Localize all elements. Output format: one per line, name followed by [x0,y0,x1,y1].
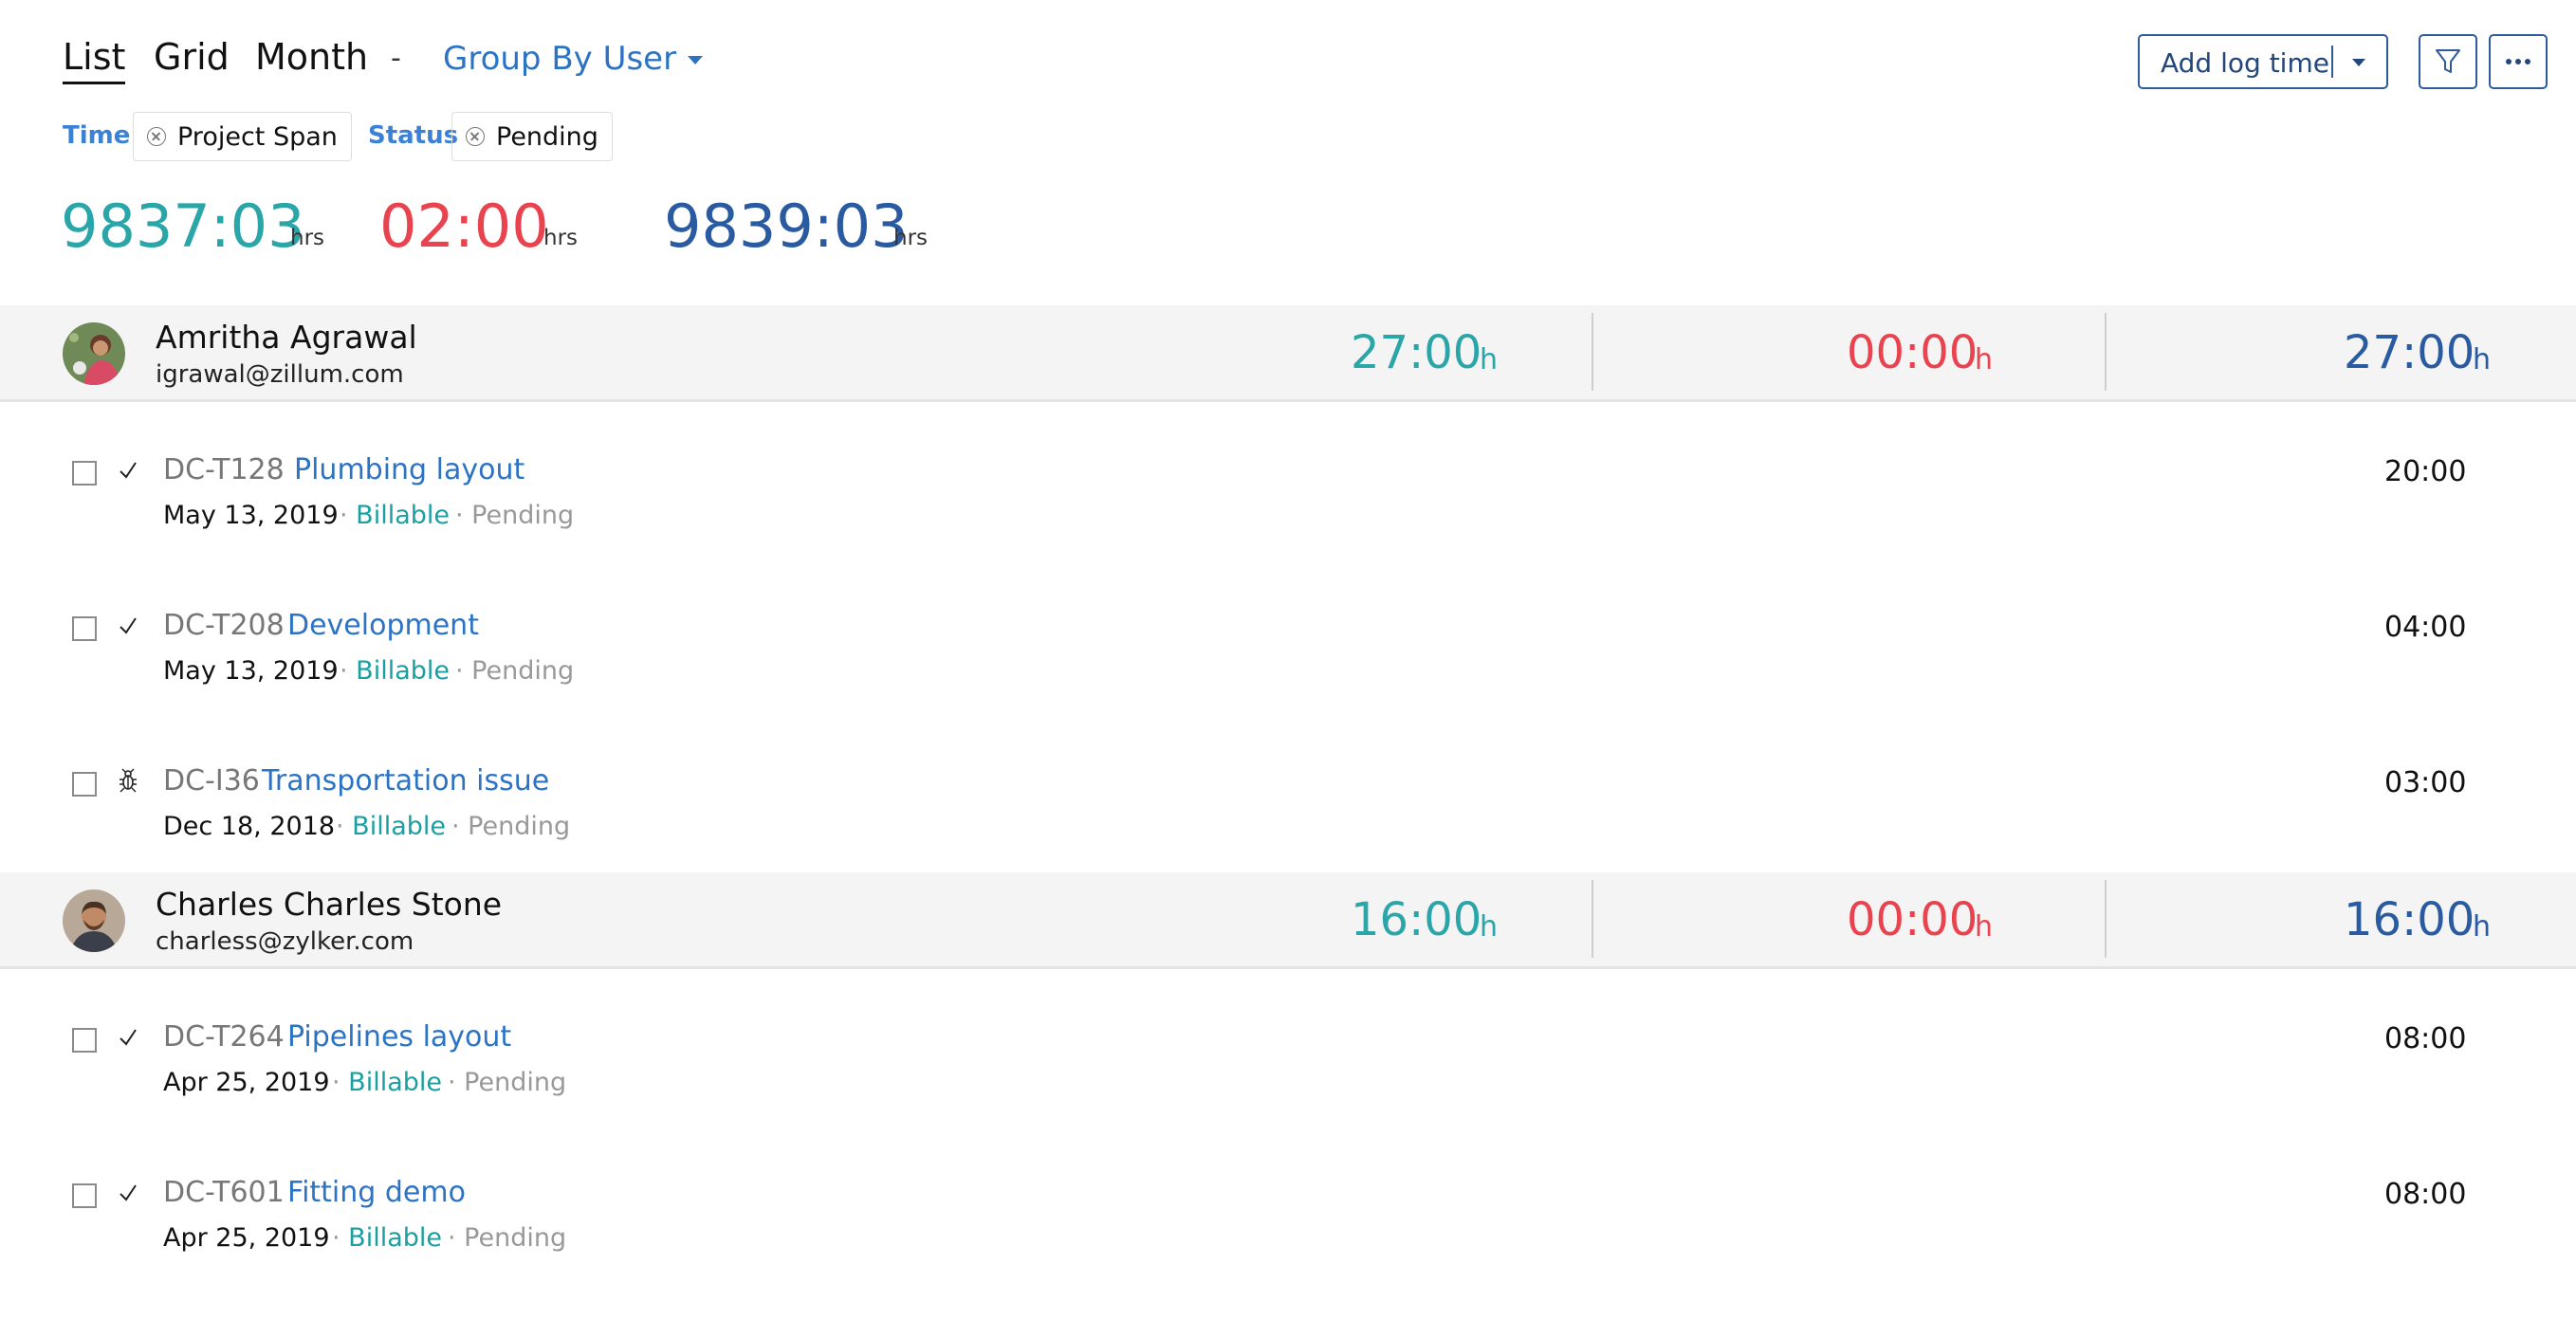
task-id: DC-T128 [163,453,285,486]
log-date: Dec 18, 2018 [163,812,336,841]
task-name-link[interactable]: Fitting demo [287,1176,466,1209]
approval-status: Pending [471,656,575,686]
task-name-link[interactable]: Plumbing layout [294,453,524,486]
log-duration: 08:00 [2384,1178,2467,1211]
chevron-down-icon [688,56,704,64]
row-checkbox[interactable] [72,1183,97,1208]
group-total-non-billable: 00:00 [1847,326,1978,379]
group-total-billable: 27:00 [1351,326,1482,379]
approval-status: Pending [471,501,575,530]
total-unit: hrs [290,226,325,250]
billing-type: Billable [352,812,446,841]
row-checkbox[interactable] [72,772,97,797]
group-total-unit: h [1480,910,1499,944]
filter-button[interactable] [2419,34,2477,89]
add-log-time-label: Add log time [2161,47,2329,79]
row-checkbox[interactable] [72,461,97,486]
more-options-button[interactable] [2489,34,2548,89]
close-icon[interactable] [466,127,485,146]
billing-type: Billable [356,656,450,686]
task-name-link[interactable]: Development [287,609,479,642]
log-row[interactable]: DC-T601 Fitting demo Apr 25, 2019 · Bill… [0,1164,2576,1320]
tab-month[interactable]: Month [255,36,368,78]
tab-list[interactable]: List [63,36,126,84]
log-row[interactable]: DC-T208 Development May 13, 2019 · Billa… [0,597,2576,753]
group-total-unit: h [2473,343,2492,376]
row-checkbox[interactable] [72,616,97,641]
group-total-unit: h [1975,910,1994,944]
log-duration: 20:00 [2384,455,2467,488]
row-checkbox[interactable] [72,1028,97,1053]
column-divider [2105,880,2107,958]
group-total-unit: h [1975,343,1994,376]
log-date: Apr 25, 2019 [163,1223,330,1253]
task-name-link[interactable]: Pipelines layout [287,1020,511,1054]
group-by-label: Group By User [443,40,677,78]
avatar [63,889,125,952]
user-group-header[interactable]: Amritha Agrawal igrawal@zillum.com 27:00… [0,305,2576,402]
filter-label-status: Status [368,121,459,150]
approval-status: Pending [468,812,571,841]
billing-type: Billable [356,501,450,530]
group-total-unit: h [1480,343,1499,376]
user-email: igrawal@zillum.com [156,360,404,389]
group-by-dropdown[interactable]: Group By User [443,40,704,78]
total-billable: 9837:03 [61,192,305,261]
add-log-time-dropdown[interactable] [2331,36,2386,87]
user-name: Charles Charles Stone [156,886,503,923]
bug-icon [120,768,137,793]
log-duration: 03:00 [2384,766,2467,799]
task-id: DC-I36 [163,764,260,798]
tab-grid[interactable]: Grid [154,36,230,78]
billing-type: Billable [348,1068,442,1097]
filter-chip-status[interactable]: Pending [451,112,613,161]
user-email: charless@zylker.com [156,927,414,956]
add-log-time-button[interactable]: Add log time [2138,34,2388,89]
more-icon [2506,59,2530,64]
user-name: Amritha Agrawal [156,319,417,356]
filter-label-time: Time [63,121,131,150]
column-divider [1592,313,1593,391]
total-unit: hrs [543,226,579,250]
view-separator: - [391,42,401,75]
user-group-header[interactable]: Charles Charles Stone charless@zylker.co… [0,872,2576,969]
check-icon [120,462,137,479]
filter-chip-value: Pending [496,121,598,152]
group-total-billable: 16:00 [1351,893,1482,946]
total-overall: 9839:03 [664,192,909,261]
column-divider [2105,313,2107,391]
filter-chip-time[interactable]: Project Span [133,112,352,161]
group-total-overall: 16:00 [2344,893,2475,946]
task-id: DC-T208 [163,609,285,642]
close-icon[interactable] [147,127,166,146]
log-duration: 04:00 [2384,611,2467,644]
log-date: May 13, 2019 [163,656,339,686]
filter-chip-value: Project Span [177,121,338,152]
group-total-overall: 27:00 [2344,326,2475,379]
approval-status: Pending [464,1223,567,1253]
total-non-billable: 02:00 [379,192,549,261]
task-id: DC-T601 [163,1176,285,1209]
avatar [63,322,125,385]
billing-type: Billable [348,1223,442,1253]
check-icon [120,1184,137,1201]
log-row[interactable]: DC-T128 Plumbing layout May 13, 2019 · B… [0,442,2576,597]
task-name-link[interactable]: Transportation issue [262,764,549,798]
approval-status: Pending [464,1068,567,1097]
check-icon [120,617,137,634]
check-icon [120,1029,137,1046]
filter-icon [2436,49,2460,73]
chevron-down-icon [2352,59,2365,66]
task-id: DC-T264 [163,1020,285,1054]
total-unit: hrs [893,226,929,250]
group-total-non-billable: 00:00 [1847,893,1978,946]
log-row[interactable]: DC-T264 Pipelines layout Apr 25, 2019 · … [0,1009,2576,1164]
log-date: Apr 25, 2019 [163,1068,330,1097]
log-date: May 13, 2019 [163,501,339,530]
column-divider [1592,880,1593,958]
log-duration: 08:00 [2384,1022,2467,1055]
group-total-unit: h [2473,910,2492,944]
